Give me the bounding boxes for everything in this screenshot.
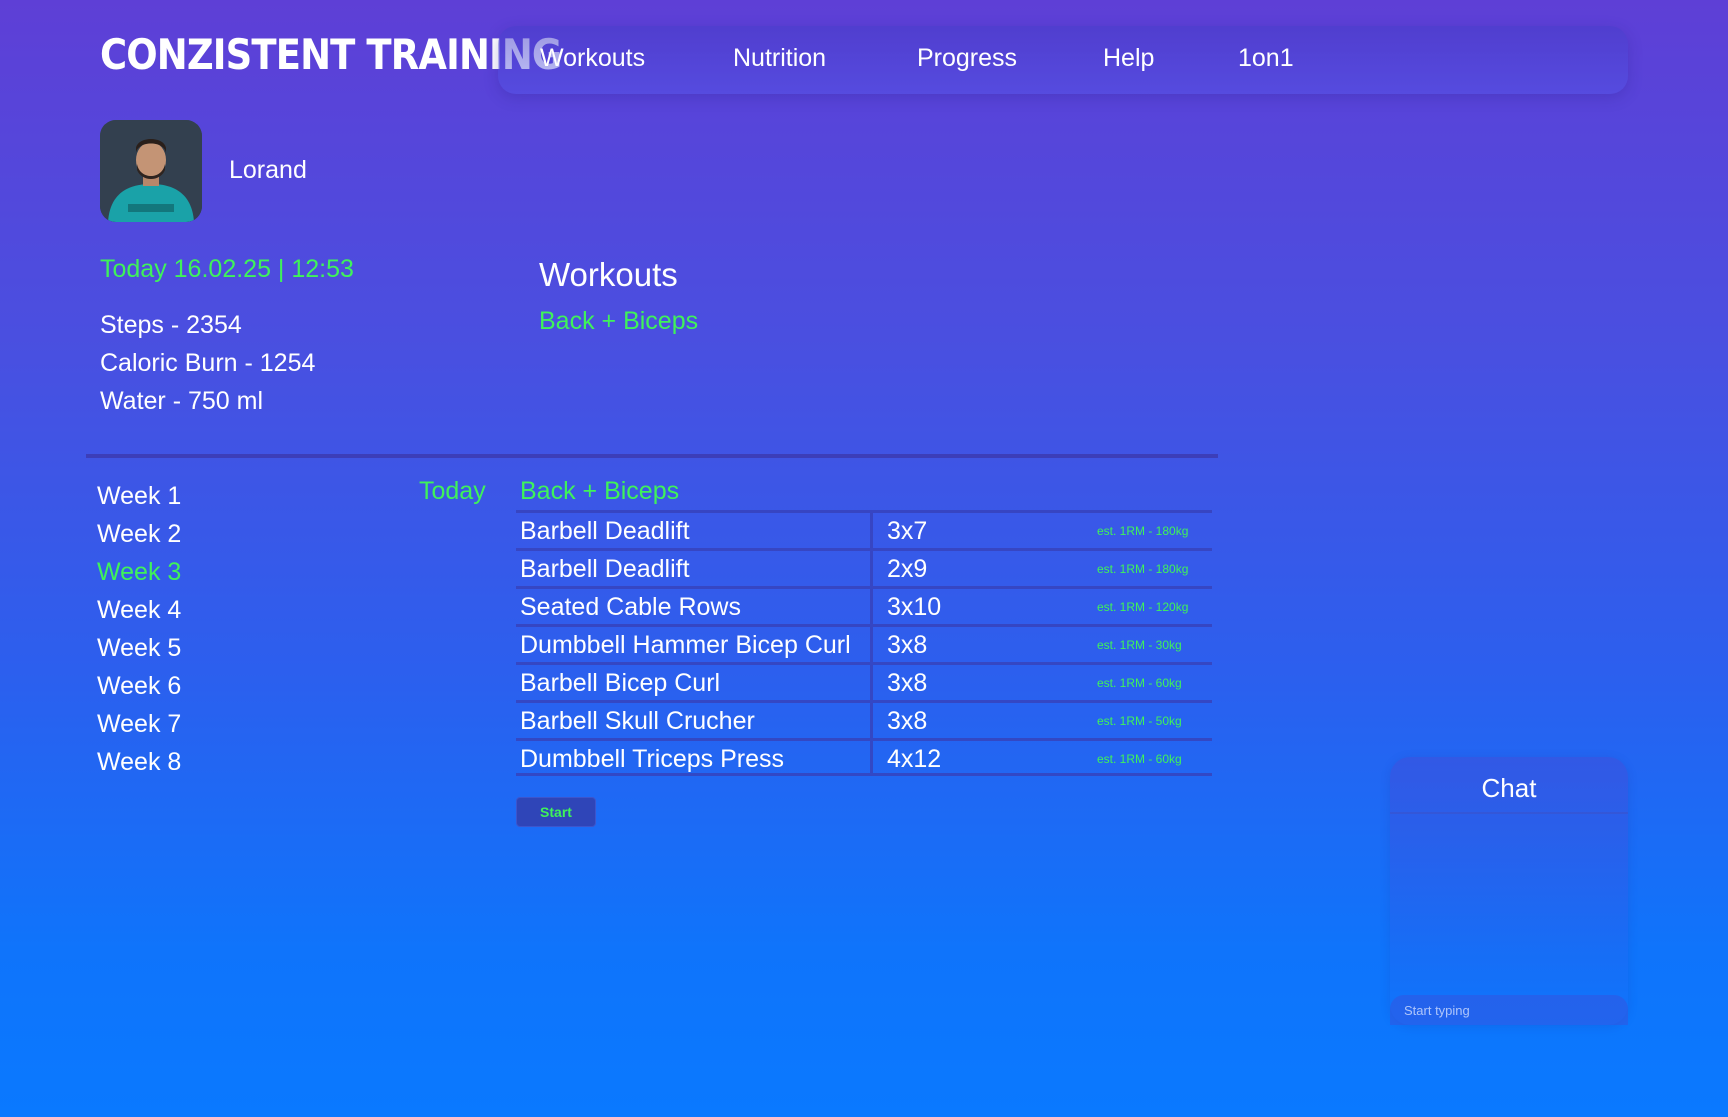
exercise-name: Barbell Deadlift [520, 555, 690, 583]
exercise-name: Dumbbell Hammer Bicep Curl [520, 631, 851, 659]
column-divider [870, 665, 873, 700]
plan-title: Back + Biceps [520, 477, 680, 505]
app-logo: CONZISTENT TRAINING [100, 30, 562, 79]
exercise-est-1rm: est. 1RM - 30kg [1097, 638, 1182, 652]
chat-panel: Chat [1390, 757, 1628, 1025]
week-item-active[interactable]: Week 3 [97, 558, 181, 587]
stat-caloric-burn: Caloric Burn - 1254 [100, 349, 316, 377]
nav-item-nutrition[interactable]: Nutrition [733, 44, 826, 73]
column-divider [870, 513, 873, 548]
exercise-table: Barbell Deadlift 3x7 est. 1RM - 180kg Ba… [516, 510, 1212, 776]
week-item[interactable]: Week 8 [97, 748, 181, 777]
exercise-name: Barbell Bicep Curl [520, 669, 721, 697]
exercise-name: Seated Cable Rows [520, 593, 741, 621]
exercise-sets: 3x10 [887, 593, 942, 621]
exercise-sets: 3x7 [887, 517, 928, 545]
column-divider [870, 703, 873, 738]
exercise-name: Barbell Deadlift [520, 517, 690, 545]
week-item[interactable]: Week 7 [97, 710, 181, 739]
exercise-sets: 3x8 [887, 631, 928, 659]
exercise-sets: 4x12 [887, 745, 942, 773]
nav-item-workouts[interactable]: Workouts [540, 44, 645, 73]
week-item[interactable]: Week 2 [97, 520, 181, 549]
exercise-name: Barbell Skull Crucher [520, 707, 755, 735]
exercise-est-1rm: est. 1RM - 50kg [1097, 714, 1182, 728]
current-workout-link[interactable]: Back + Biceps [539, 307, 698, 336]
chat-separator [1390, 812, 1628, 814]
column-divider [870, 589, 873, 624]
stat-water: Water - 750 ml [100, 387, 264, 415]
exercise-est-1rm: est. 1RM - 60kg [1097, 752, 1182, 766]
table-row[interactable]: Seated Cable Rows 3x10 est. 1RM - 120kg [516, 586, 1212, 624]
table-row[interactable]: Dumbbell Hammer Bicep Curl 3x8 est. 1RM … [516, 624, 1212, 662]
exercise-est-1rm: est. 1RM - 120kg [1097, 600, 1189, 614]
exercise-est-1rm: est. 1RM - 180kg [1097, 524, 1189, 538]
column-divider [870, 551, 873, 586]
week-item[interactable]: Week 4 [97, 596, 181, 625]
main-nav: Workouts Nutrition Progress Help 1on1 [498, 26, 1628, 94]
table-row[interactable]: Barbell Deadlift 3x7 est. 1RM - 180kg [516, 510, 1212, 548]
exercise-sets: 3x8 [887, 669, 928, 697]
start-workout-button[interactable]: Start [516, 797, 596, 827]
nav-item-1on1[interactable]: 1on1 [1238, 44, 1294, 73]
user-name: Lorand [229, 156, 307, 184]
column-divider [870, 741, 873, 773]
table-row[interactable]: Dumbbell Triceps Press 4x12 est. 1RM - 6… [516, 738, 1212, 776]
week-item[interactable]: Week 1 [97, 482, 181, 511]
exercise-name: Dumbbell Triceps Press [520, 745, 784, 773]
stat-steps: Steps - 2354 [100, 311, 242, 339]
table-row[interactable]: Barbell Bicep Curl 3x8 est. 1RM - 60kg [516, 662, 1212, 700]
section-divider [86, 454, 1218, 458]
exercise-sets: 2x9 [887, 555, 928, 583]
column-divider [870, 627, 873, 662]
today-label: Today [419, 477, 486, 505]
avatar-photo-icon [100, 120, 202, 222]
workouts-heading: Workouts [539, 256, 678, 293]
chat-input[interactable] [1390, 995, 1628, 1025]
table-row[interactable]: Barbell Deadlift 2x9 est. 1RM - 180kg [516, 548, 1212, 586]
nav-item-progress[interactable]: Progress [917, 44, 1017, 73]
exercise-sets: 3x8 [887, 707, 928, 735]
user-avatar[interactable] [100, 120, 202, 222]
table-row[interactable]: Barbell Skull Crucher 3x8 est. 1RM - 50k… [516, 700, 1212, 738]
today-datetime: Today 16.02.25 | 12:53 [100, 255, 354, 283]
exercise-est-1rm: est. 1RM - 60kg [1097, 676, 1182, 690]
nav-item-help[interactable]: Help [1103, 44, 1154, 73]
week-item[interactable]: Week 5 [97, 634, 181, 663]
exercise-est-1rm: est. 1RM - 180kg [1097, 562, 1189, 576]
chat-title: Chat [1481, 773, 1537, 803]
week-item[interactable]: Week 6 [97, 672, 181, 701]
